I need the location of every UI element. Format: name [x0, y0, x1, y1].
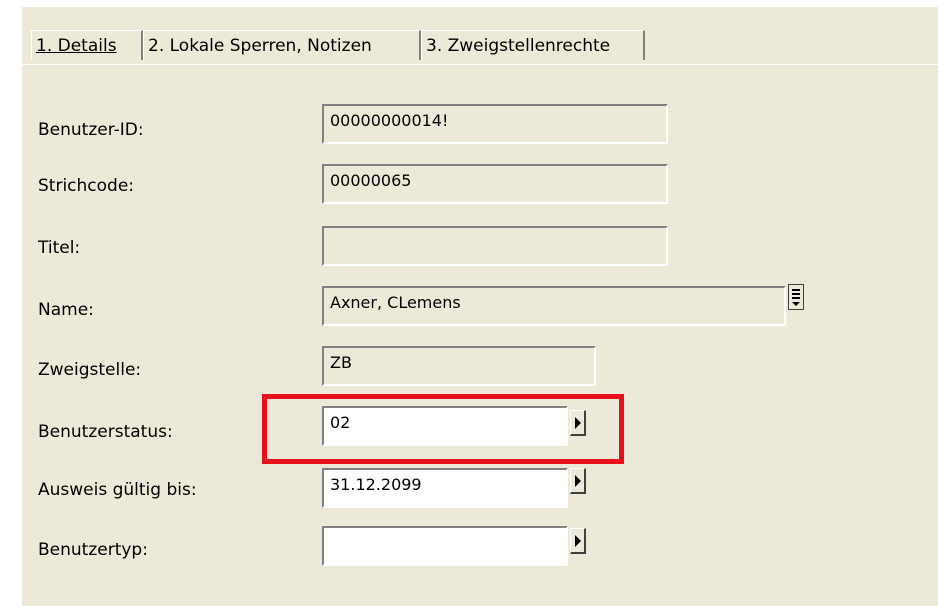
tab-branch-rights-label: 3. Zweigstellenrechte [426, 36, 611, 56]
name-field[interactable]: Axner, CLemens [322, 286, 786, 326]
valid-until-field[interactable]: 31.12.2099 [322, 468, 568, 508]
tab-details-label: 1. Details [36, 36, 117, 56]
barcode-label: Strichcode: [38, 176, 135, 196]
branch-field[interactable]: ZB [322, 346, 596, 386]
user-id-label: Benutzer-ID: [38, 120, 144, 140]
title-field[interactable] [322, 226, 668, 266]
tab-local-locks-notes[interactable]: 2. Lokale Sperren, Notizen [143, 30, 421, 60]
user-type-arrow-icon[interactable] [570, 528, 586, 554]
tab-baseline-divider [21, 64, 938, 65]
user-id-field[interactable]: 00000000014! [322, 104, 668, 144]
user-status-arrow-icon[interactable] [570, 410, 586, 436]
user-type-label: Benutzertyp: [38, 540, 148, 560]
list-lookup-icon[interactable] [788, 284, 804, 310]
barcode-field[interactable]: 00000065 [322, 164, 668, 204]
name-label: Name: [38, 300, 94, 320]
user-status-label: Benutzerstatus: [38, 422, 173, 442]
user-status-field[interactable]: 02 [322, 406, 568, 446]
title-label: Titel: [38, 238, 81, 258]
tab-branch-rights[interactable]: 3. Zweigstellenrechte [421, 30, 645, 60]
branch-label: Zweigstelle: [38, 360, 142, 380]
user-type-field[interactable] [322, 526, 568, 566]
valid-until-label: Ausweis gültig bis: [38, 480, 197, 500]
valid-until-arrow-icon[interactable] [570, 468, 586, 494]
tab-local-locks-notes-label: 2. Lokale Sperren, Notizen [148, 36, 372, 56]
tab-details[interactable]: 1. Details [31, 30, 143, 60]
